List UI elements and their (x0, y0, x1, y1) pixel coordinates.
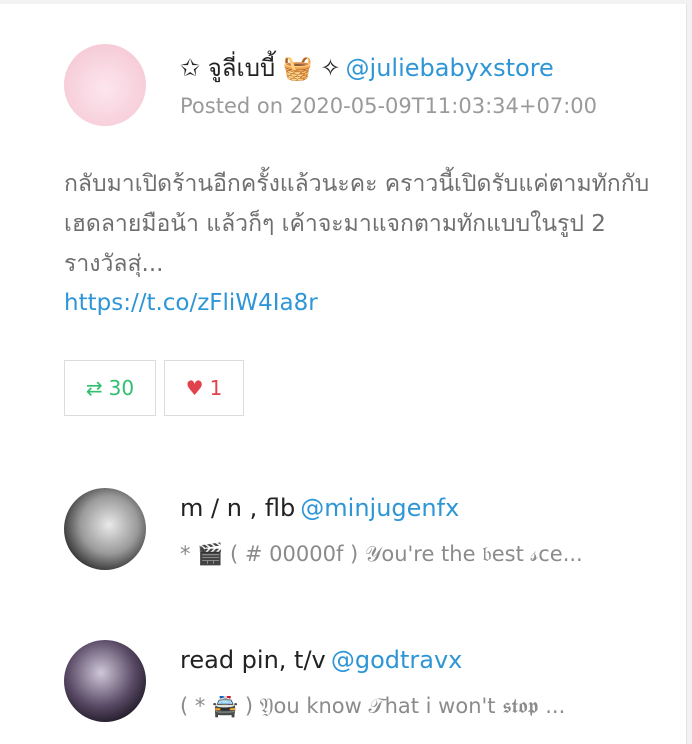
like-count: 1 (209, 376, 223, 400)
avatar[interactable] (64, 640, 146, 722)
reply-author-line: read pin, t/v @godtravx (180, 646, 462, 674)
author-line: ✩ จูลี่เบบี้ 🧺 ✧ @juliebabyxstore (180, 48, 554, 87)
reply-handle-link[interactable]: @minjugenfx (300, 494, 459, 522)
posted-timestamp: Posted on 2020-05-09T11:03:34+07:00 (180, 94, 597, 118)
like-button[interactable]: ♥ 1 (164, 360, 244, 416)
retweet-button[interactable]: ⇄ 30 (64, 360, 156, 416)
reply-snippet: ( * 🚔 ) 𝔜ou know 𝒯hat i won't 𝖘𝖙𝖔𝖕 ... (180, 694, 566, 718)
retweet-count: 30 (108, 376, 135, 400)
tweet-text: กลับมาเปิดร้านอีกครั้งแล้วนะคะ คราวนี้เป… (64, 171, 650, 277)
reply-handle-link[interactable]: @godtravx (331, 646, 463, 674)
avatar[interactable] (64, 44, 146, 126)
avatar[interactable] (64, 488, 146, 570)
user-handle-link[interactable]: @juliebabyxstore (346, 54, 554, 82)
retweet-icon: ⇄ (85, 376, 103, 400)
display-name: ✩ จูลี่เบบี้ 🧺 ✧ (180, 54, 341, 82)
reply-snippet: * 🎬 ( # 00000f ) 𝒴ou're the 𝔟est 𝓈ce... (180, 542, 583, 566)
heart-icon: ♥ (185, 376, 204, 400)
reply-display-name: read pin, t/v (180, 646, 326, 674)
reply-author-line: m / n , flb @minjugenfx (180, 494, 459, 522)
reply-display-name: m / n , flb (180, 494, 296, 522)
tweet-card: ✩ จูลี่เบบี้ 🧺 ✧ @juliebabyxstore Posted… (0, 4, 687, 744)
tweet-link[interactable]: https://t.co/zFliW4Ia8r (64, 290, 318, 316)
